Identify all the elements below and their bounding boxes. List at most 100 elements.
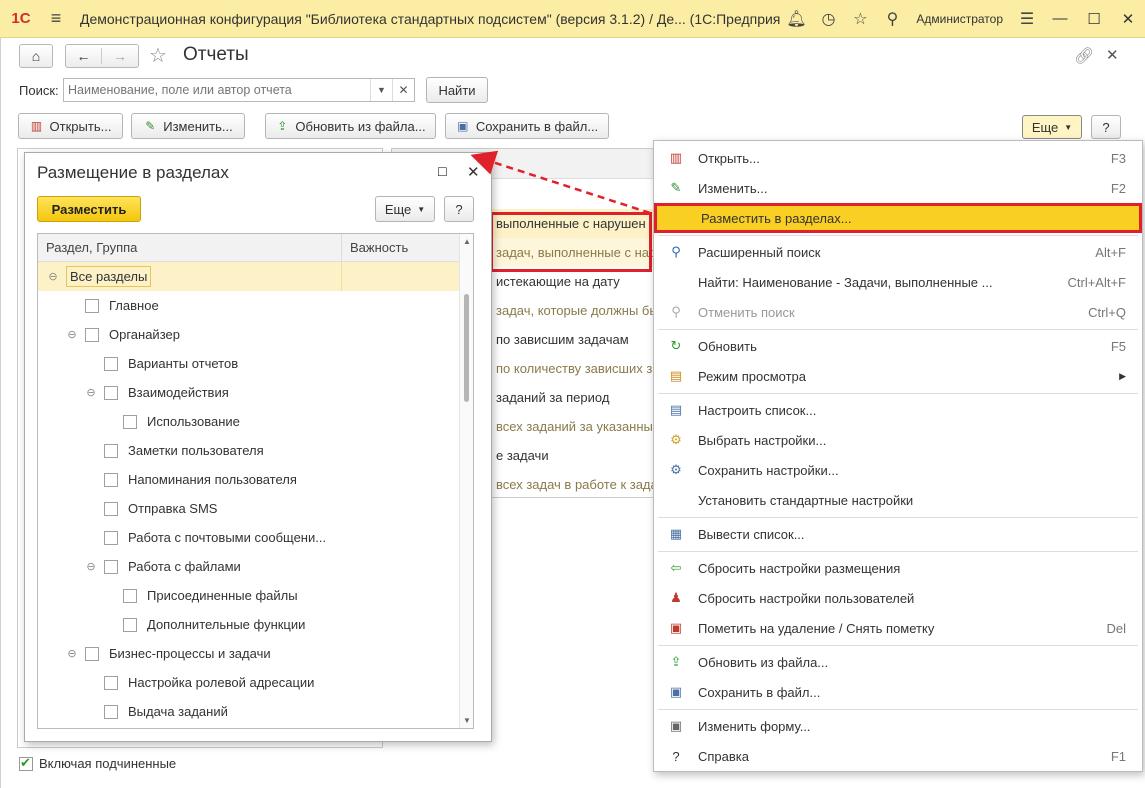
menu-item[interactable]: ▣ Сохранить в файл... [654,677,1142,707]
section-checkbox[interactable] [104,356,118,371]
menu-item[interactable]: ⇪ Обновить из файла... [654,647,1142,677]
importance-cell[interactable] [342,581,473,610]
tree-row[interactable]: Варианты отчетов [38,349,473,378]
importance-cell[interactable] [342,320,473,349]
importance-cell[interactable] [342,639,473,668]
tree-row[interactable]: ⊖ Бизнес-процессы и задачи [38,639,473,668]
place-button[interactable]: Разместить [37,196,141,222]
section-checkbox[interactable] [104,675,118,690]
close-window-icon[interactable]: ✕ [1111,10,1145,28]
importance-cell[interactable] [342,697,473,726]
menu-item[interactable]: Найти: Наименование - Задачи, выполненны… [654,267,1142,297]
menu-item[interactable]: ▣ Изменить форму... [654,711,1142,741]
tree-row[interactable]: Отправка SMS [38,494,473,523]
menu-item[interactable]: ? Справка F1 [654,741,1142,771]
include-subordinate-checkbox[interactable] [19,755,33,771]
section-checkbox[interactable] [104,704,118,719]
tree-row[interactable]: Присоединенные файлы [38,581,473,610]
collapse-icon[interactable]: ⊖ [65,328,79,341]
section-checkbox[interactable] [123,617,137,632]
tree-row[interactable]: ⊖ Все разделы [38,262,473,291]
menu-item[interactable]: ▥ Открыть... F3 [654,143,1142,173]
find-button[interactable]: Найти [426,77,488,103]
back-arrow-icon[interactable]: ← [66,48,102,64]
tree-row[interactable]: Напоминания пользователя [38,465,473,494]
tree-row[interactable]: Выдача заданий [38,697,473,726]
section-checkbox[interactable] [104,559,118,574]
importance-cell[interactable] [342,523,473,552]
include-subordinate[interactable]: Включая подчиненные [19,755,176,771]
tree-row[interactable]: Дополнительные функции [38,610,473,639]
clear-icon[interactable]: ✕ [392,79,414,101]
menu-item[interactable]: ⚙ Выбрать настройки... [654,425,1142,455]
save-to-file-button[interactable]: ▣ Сохранить в файл... [445,113,609,139]
section-checkbox[interactable] [104,501,118,516]
dialog-more-button[interactable]: Еще ▼ [375,196,435,222]
scroll-up-icon[interactable]: ▲ [460,237,473,246]
menu-item[interactable]: ▤ Режим просмотра ▶ [654,361,1142,391]
column-importance[interactable]: Важность [342,234,473,261]
help-button[interactable]: ? [1091,115,1121,139]
scrollbar-thumb[interactable] [464,294,469,402]
section-checkbox[interactable] [104,472,118,487]
main-menu-icon[interactable]: ≡ [42,8,70,29]
link-icon[interactable]: 🔗︎ [1074,46,1094,66]
current-user[interactable]: Администратор [908,12,1011,26]
tree-row[interactable]: Использование [38,407,473,436]
open-button[interactable]: ▥ Открыть... [18,113,123,139]
bell-icon[interactable]: 🔔︎ [780,9,812,29]
menu-item[interactable]: Разместить в разделах... [654,203,1142,233]
column-section[interactable]: Раздел, Группа [38,234,342,261]
tree-row[interactable]: ⊖ Работа с файлами [38,552,473,581]
collapse-icon[interactable]: ⊖ [65,647,79,660]
importance-cell[interactable] [342,668,473,697]
section-checkbox[interactable] [85,327,99,342]
section-checkbox[interactable] [104,385,118,400]
dropdown-arrow-icon[interactable]: ▼ [370,79,392,101]
section-checkbox[interactable] [123,588,137,603]
section-checkbox[interactable] [104,443,118,458]
importance-cell[interactable] [342,465,473,494]
history-icon[interactable]: ◷ [812,9,844,29]
menu-item[interactable]: ▦ Вывести список... [654,519,1142,549]
menu-item[interactable]: ▤ Настроить список... [654,395,1142,425]
edit-button[interactable]: ✎ Изменить... [131,113,245,139]
section-checkbox[interactable] [123,414,137,429]
tree-row[interactable]: Заметки пользователя [38,436,473,465]
menu-item[interactable]: Установить стандартные настройки [654,485,1142,515]
section-checkbox[interactable] [85,298,99,313]
favorites-star-icon[interactable]: ☆ [844,9,876,29]
collapse-icon[interactable]: ⊖ [84,560,98,573]
menu-item[interactable]: ▣ Пометить на удаление / Снять пометку Del [654,613,1142,643]
scroll-down-icon[interactable]: ▼ [460,716,473,725]
menu-item[interactable]: ⚲ Отменить поиск Ctrl+Q [654,297,1142,327]
tree-row[interactable]: Главное [38,291,473,320]
importance-cell[interactable] [342,436,473,465]
menu-item[interactable]: ✎ Изменить... F2 [654,173,1142,203]
collapse-icon[interactable]: ⊖ [46,270,60,283]
importance-cell[interactable] [342,349,473,378]
importance-cell[interactable] [342,262,473,291]
search-input[interactable] [64,79,370,101]
close-icon[interactable]: ✕ [467,163,480,181]
collapse-icon[interactable]: ⊖ [84,386,98,399]
minimize-icon[interactable]: — [1043,10,1077,27]
close-form-icon[interactable]: ✕ [1106,46,1119,64]
maximize-icon[interactable]: ☐ [437,165,448,179]
importance-cell[interactable] [342,610,473,639]
favorite-star-icon[interactable]: ☆ [149,43,167,68]
menu-item[interactable]: ⚙ Сохранить настройки... [654,455,1142,485]
importance-cell[interactable] [342,291,473,320]
importance-cell[interactable] [342,552,473,581]
tree-row[interactable]: ⊖ Органайзер [38,320,473,349]
settings-menu-icon[interactable]: ☰ [1011,9,1043,29]
home-button[interactable]: ⌂ [19,44,53,68]
tree-scrollbar[interactable]: ▲ ▼ [459,234,473,728]
importance-cell[interactable] [342,378,473,407]
menu-item[interactable]: ⚲ Расширенный поиск Alt+F [654,237,1142,267]
search-icon[interactable]: ⚲ [876,9,908,29]
maximize-icon[interactable]: ☐ [1077,10,1111,28]
tree-row[interactable]: Работа с почтовыми сообщени... [38,523,473,552]
forward-arrow-icon[interactable]: → [102,48,138,64]
importance-cell[interactable] [342,407,473,436]
